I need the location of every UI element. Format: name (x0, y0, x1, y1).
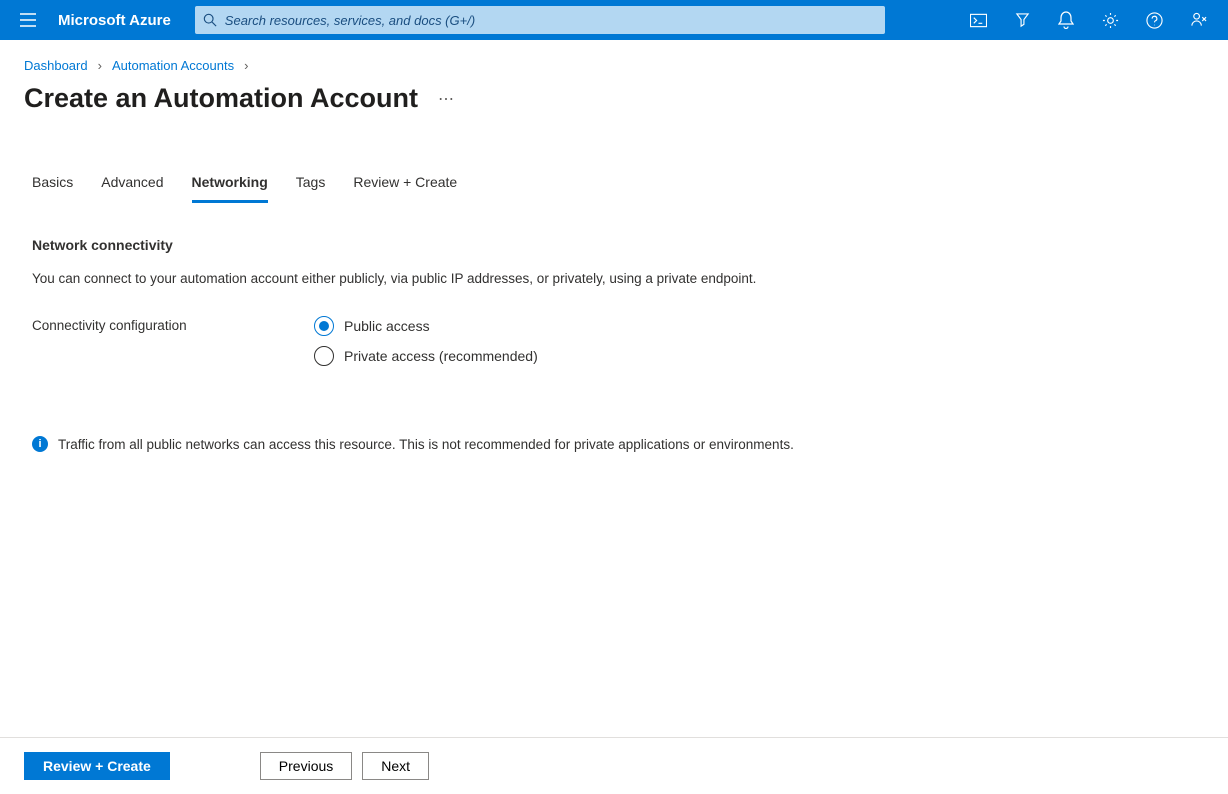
review-create-button[interactable]: Review + Create (24, 752, 170, 780)
section-description: You can connect to your automation accou… (32, 271, 1204, 286)
settings-gear-icon[interactable] (1088, 0, 1132, 40)
tab-basics[interactable]: Basics (32, 174, 73, 203)
top-navigation-bar: Microsoft Azure (0, 0, 1228, 40)
connectivity-label: Connectivity configuration (32, 316, 314, 366)
radio-label-public: Public access (344, 318, 430, 334)
info-message-text: Traffic from all public networks can acc… (58, 437, 794, 452)
radio-icon (314, 346, 334, 366)
connectivity-configuration-row: Connectivity configuration Public access… (32, 316, 1204, 366)
brand-label[interactable]: Microsoft Azure (48, 12, 189, 29)
radio-label-private: Private access (recommended) (344, 348, 538, 364)
search-input[interactable] (217, 13, 877, 28)
breadcrumb: Dashboard › Automation Accounts › (24, 58, 1204, 73)
section-heading: Network connectivity (32, 237, 1204, 253)
directory-filter-icon[interactable] (1000, 0, 1044, 40)
tab-advanced[interactable]: Advanced (101, 174, 163, 203)
tab-review-create[interactable]: Review + Create (353, 174, 457, 203)
chevron-right-icon: › (98, 58, 102, 73)
global-search[interactable] (195, 6, 885, 34)
cloud-shell-icon[interactable] (956, 0, 1000, 40)
breadcrumb-dashboard[interactable]: Dashboard (24, 58, 88, 73)
info-message-bar: i Traffic from all public networks can a… (32, 436, 1204, 452)
wizard-tabs: Basics Advanced Networking Tags Review +… (24, 174, 1204, 203)
radio-icon (314, 316, 334, 336)
radio-public-access[interactable]: Public access (314, 316, 538, 336)
previous-button[interactable]: Previous (260, 752, 352, 780)
page-content: Dashboard › Automation Accounts › Create… (0, 40, 1228, 737)
feedback-icon[interactable] (1176, 0, 1220, 40)
info-icon: i (32, 436, 48, 452)
breadcrumb-automation-accounts[interactable]: Automation Accounts (112, 58, 234, 73)
help-icon[interactable] (1132, 0, 1176, 40)
tab-networking[interactable]: Networking (192, 174, 268, 203)
chevron-right-icon: › (244, 58, 248, 73)
more-actions-icon[interactable]: ⋯ (432, 85, 460, 113)
next-button[interactable]: Next (362, 752, 429, 780)
search-icon (203, 13, 217, 27)
notifications-icon[interactable] (1044, 0, 1088, 40)
hamburger-menu-icon[interactable] (8, 0, 48, 40)
page-title: Create an Automation Account (24, 83, 418, 114)
tab-tags[interactable]: Tags (296, 174, 326, 203)
radio-private-access[interactable]: Private access (recommended) (314, 346, 538, 366)
wizard-footer: Review + Create Previous Next (0, 737, 1228, 794)
